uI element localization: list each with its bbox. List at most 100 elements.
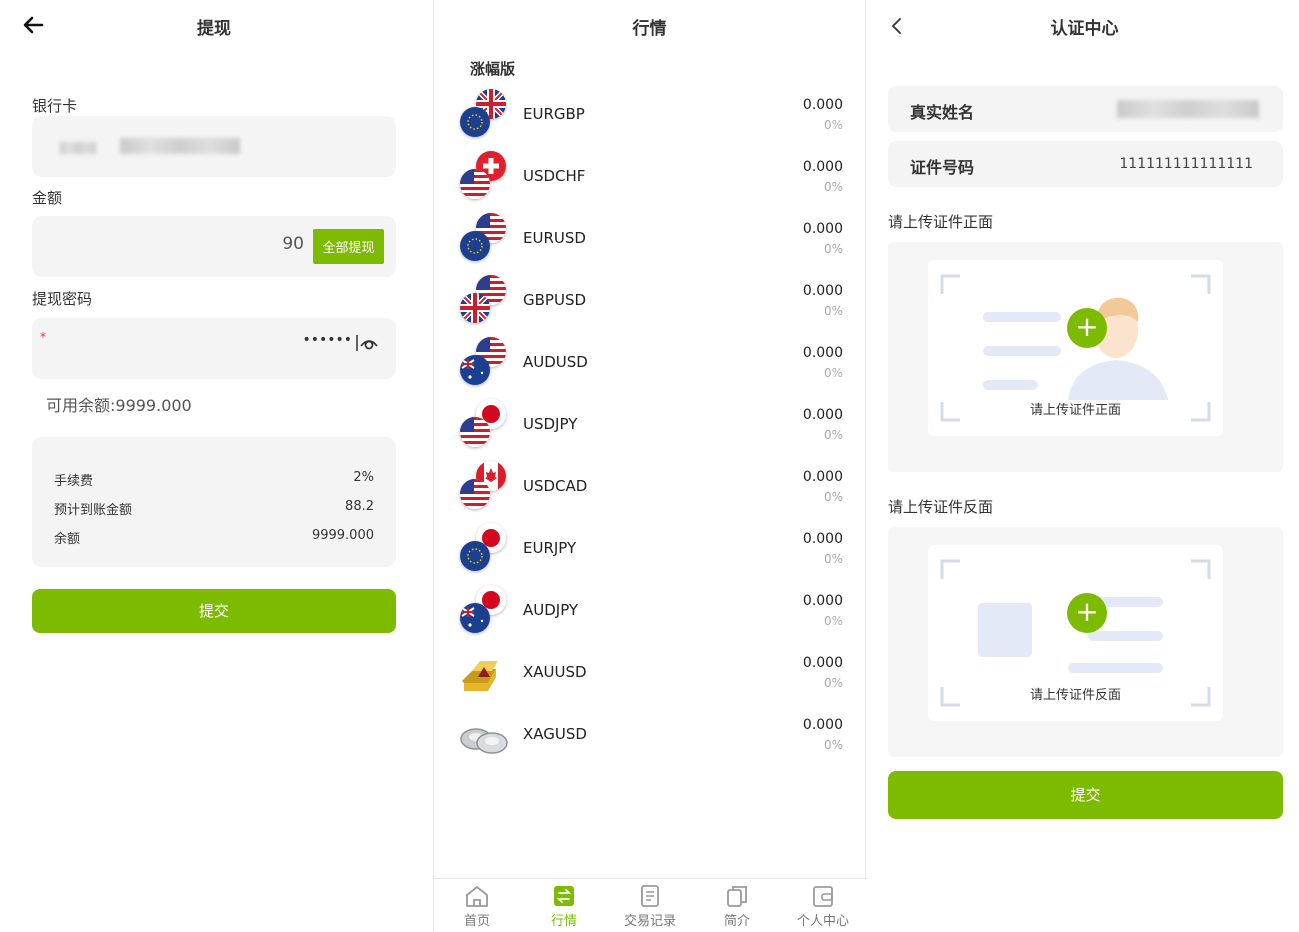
fee-label: 预计到账金额 <box>54 503 133 518</box>
symbol: EURJPY <box>523 539 577 557</box>
market-row[interactable]: AUDJPY 0.000 0% <box>434 585 867 647</box>
price: 0.000 <box>802 655 843 671</box>
price: 0.000 <box>802 97 843 113</box>
tab-intro[interactable]: 简介 <box>697 884 777 929</box>
aud-jpy-flags-icon <box>460 585 508 633</box>
market-row[interactable]: AUDUSD 0.000 0% <box>434 337 867 399</box>
fee-value: 2% <box>353 470 374 485</box>
usd-chf-flags-icon <box>460 151 508 199</box>
market-row[interactable]: USDCAD 0.000 0% <box>434 461 867 523</box>
available-balance: 可用余额:9999.000 <box>46 396 192 415</box>
tab-label: 首页 <box>463 914 490 929</box>
add-front-icon[interactable]: + <box>1067 308 1107 348</box>
id-front-placeholder: + 请上传证件正面 <box>928 260 1223 436</box>
page-title: 认证中心 <box>1050 19 1119 39</box>
change-percent: 0% <box>823 180 843 194</box>
page-title: 提现 <box>197 19 231 39</box>
change-percent: 0% <box>823 738 843 752</box>
change-percent: 0% <box>823 118 843 132</box>
bank-card-label: 银行卡 <box>32 97 78 115</box>
wallet-icon <box>813 886 833 907</box>
bottom-tab-bar: 首页 行情 交易记录 简介 个人中心 <box>434 878 867 932</box>
tab-records[interactable]: 交易记录 <box>610 884 690 929</box>
password-input[interactable]: •••••• <box>302 332 352 348</box>
tab-label: 简介 <box>723 914 750 929</box>
change-percent: 0% <box>823 552 843 566</box>
tab-home[interactable]: 首页 <box>437 884 517 929</box>
change-percent: 0% <box>823 614 843 628</box>
withdraw-all-button[interactable]: 全部提现 <box>313 229 384 264</box>
market-row[interactable]: XAGUSD 0.000 0% <box>434 709 867 771</box>
bank-card-field[interactable] <box>32 116 396 177</box>
symbol: USDCAD <box>523 477 588 495</box>
symbol: XAGUSD <box>523 725 587 743</box>
blurred-bank-info <box>60 142 96 154</box>
fee-summary: 手续费 2% 预计到账金额 88.2 余额 9999.000 <box>32 437 396 567</box>
symbol: AUDUSD <box>523 353 588 371</box>
password-label: 提现密码 <box>32 290 93 308</box>
price: 0.000 <box>802 159 843 175</box>
symbol: EURUSD <box>523 229 586 247</box>
add-back-icon[interactable]: + <box>1067 593 1107 633</box>
tab-label: 交易记录 <box>623 914 676 929</box>
submit-button[interactable]: 提交 <box>888 771 1283 819</box>
amount-input[interactable]: 90 <box>282 234 304 254</box>
fee-row: 余额 9999.000 <box>54 528 374 547</box>
front-upload-area[interactable]: + 请上传证件正面 <box>888 242 1283 472</box>
tab-label: 个人中心 <box>796 914 849 929</box>
required-mark: * <box>40 330 46 344</box>
market-row[interactable]: EURUSD 0.000 0% <box>434 213 867 275</box>
eye-icon[interactable] <box>354 334 382 352</box>
price: 0.000 <box>802 345 843 361</box>
price: 0.000 <box>802 221 843 237</box>
records-icon <box>641 885 659 907</box>
eur-jpy-flags-icon <box>460 523 508 571</box>
fee-row: 预计到账金额 88.2 <box>54 499 374 518</box>
id-number-field[interactable]: 证件号码 111111111111111 <box>888 141 1283 187</box>
aud-usd-flags-icon <box>460 337 508 385</box>
market-row[interactable]: EURGBP 0.000 0% <box>434 89 867 151</box>
change-percent: 0% <box>823 490 843 504</box>
tab-label: 行情 <box>550 914 577 929</box>
price: 0.000 <box>802 469 843 485</box>
real-name-label: 真实姓名 <box>910 103 975 122</box>
change-percent: 0% <box>823 304 843 318</box>
market-row[interactable]: XAUUSD 0.000 0% <box>434 647 867 709</box>
back-caption: 请上传证件反面 <box>1029 688 1121 703</box>
change-percent: 0% <box>823 366 843 380</box>
symbol: AUDJPY <box>523 601 579 619</box>
password-field[interactable]: * •••••• <box>32 318 396 379</box>
price: 0.000 <box>802 407 843 423</box>
blurred-real-name <box>1117 100 1259 118</box>
symbol: GBPUSD <box>523 291 587 309</box>
amount-field[interactable]: 90 全部提现 <box>32 216 396 277</box>
real-name-field[interactable]: 真实姓名 <box>888 86 1283 132</box>
fee-value: 88.2 <box>345 499 374 514</box>
copy-icon <box>727 886 747 907</box>
gbp-usd-flags-icon <box>460 275 508 323</box>
id-back-placeholder: + 请上传证件反面 <box>928 545 1223 721</box>
symbol: USDCHF <box>523 167 586 185</box>
market-row[interactable]: GBPUSD 0.000 0% <box>434 275 867 337</box>
market-row[interactable]: USDJPY 0.000 0% <box>434 399 867 461</box>
tab-market[interactable]: 行情 <box>524 884 604 929</box>
change-percent: 0% <box>823 676 843 690</box>
back-upload-label: 请上传证件反面 <box>888 498 994 516</box>
exchange-icon <box>554 886 574 906</box>
price: 0.000 <box>802 283 843 299</box>
fee-value: 9999.000 <box>311 528 374 543</box>
submit-button[interactable]: 提交 <box>32 589 396 633</box>
price: 0.000 <box>802 531 843 547</box>
change-percent: 0% <box>823 428 843 442</box>
verify-panel: 认证中心 真实姓名 证件号码 111111111111111 请上传证件正面 +… <box>870 0 1299 932</box>
fee-row: 手续费 2% <box>54 470 374 489</box>
back-upload-area[interactable]: + 请上传证件反面 <box>888 527 1283 757</box>
usd-jpy-flags-icon <box>460 399 508 447</box>
front-caption: 请上传证件正面 <box>1029 403 1121 418</box>
id-number-label: 证件号码 <box>910 158 975 177</box>
tab-profile[interactable]: 个人中心 <box>783 884 863 929</box>
silver-ingots-icon <box>458 713 508 761</box>
market-row[interactable]: USDCHF 0.000 0% <box>434 151 867 213</box>
market-row[interactable]: EURJPY 0.000 0% <box>434 523 867 585</box>
symbol: USDJPY <box>523 415 578 433</box>
